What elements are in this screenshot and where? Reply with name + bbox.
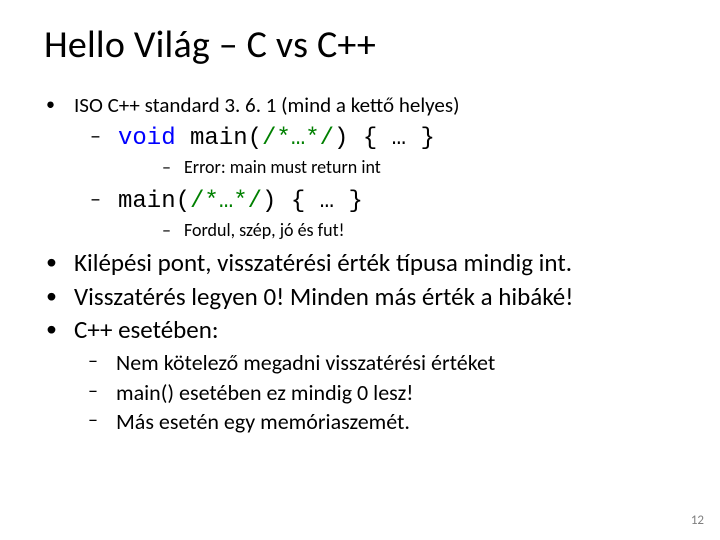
slide-body: ISO C++ standard 3. 6. 1 (mind a kettő h… <box>44 92 676 436</box>
code-main: main(/*…*/) { … } Fordul, szép, jó és fu… <box>74 185 676 242</box>
slide: Hello Világ – C vs C++ ISO C++ standard … <box>0 0 720 540</box>
bullet-cpp-case: C++ esetében: Nem kötelező megadni vissz… <box>44 314 676 436</box>
sub-no-required-return: Nem kötelező megadni visszatérési értéke… <box>74 349 676 377</box>
code-head: main( <box>118 188 190 215</box>
code-list: void main(/*…*/) { … } Error: main must … <box>74 122 676 241</box>
sub-else-garbage: Más esetén egy memóriaszemét. <box>74 408 676 436</box>
bullet-return-zero: Visszatérés legyen 0! Minden más érték a… <box>44 281 676 312</box>
code-tail: ) { … } <box>262 188 363 215</box>
page-number: 12 <box>691 513 704 528</box>
bullet-text: C++ esetében: <box>74 314 219 345</box>
slide-title: Hello Világ – C vs C++ <box>44 22 676 68</box>
sub-list: Nem kötelező megadni visszatérési értéke… <box>74 349 676 436</box>
comment: /*…*/ <box>262 125 334 152</box>
code-main: main( <box>176 125 262 152</box>
ok-note: Fordul, szép, jó és fut! <box>118 219 676 242</box>
code-line: void main(/*…*/) { … } <box>118 125 435 152</box>
note-list: Error: main must return int <box>118 156 676 179</box>
code-tail: ) { … } <box>334 125 435 152</box>
error-note: Error: main must return int <box>118 156 676 179</box>
sub-main-zero: main() esetében ez mindig 0 lesz! <box>74 379 676 407</box>
bullet-iso-standard: ISO C++ standard 3. 6. 1 (mind a kettő h… <box>44 92 676 241</box>
code-line: main(/*…*/) { … } <box>118 188 363 215</box>
comment: /*…*/ <box>190 188 262 215</box>
code-void-main: void main(/*…*/) { … } Error: main must … <box>74 122 676 179</box>
keyword-void: void <box>118 125 176 152</box>
bullet-exit-int: Kilépési pont, visszatérési érték típusa… <box>44 247 676 278</box>
note-list: Fordul, szép, jó és fut! <box>118 219 676 242</box>
bullet-text: ISO C++ standard 3. 6. 1 (mind a kettő h… <box>74 92 459 118</box>
